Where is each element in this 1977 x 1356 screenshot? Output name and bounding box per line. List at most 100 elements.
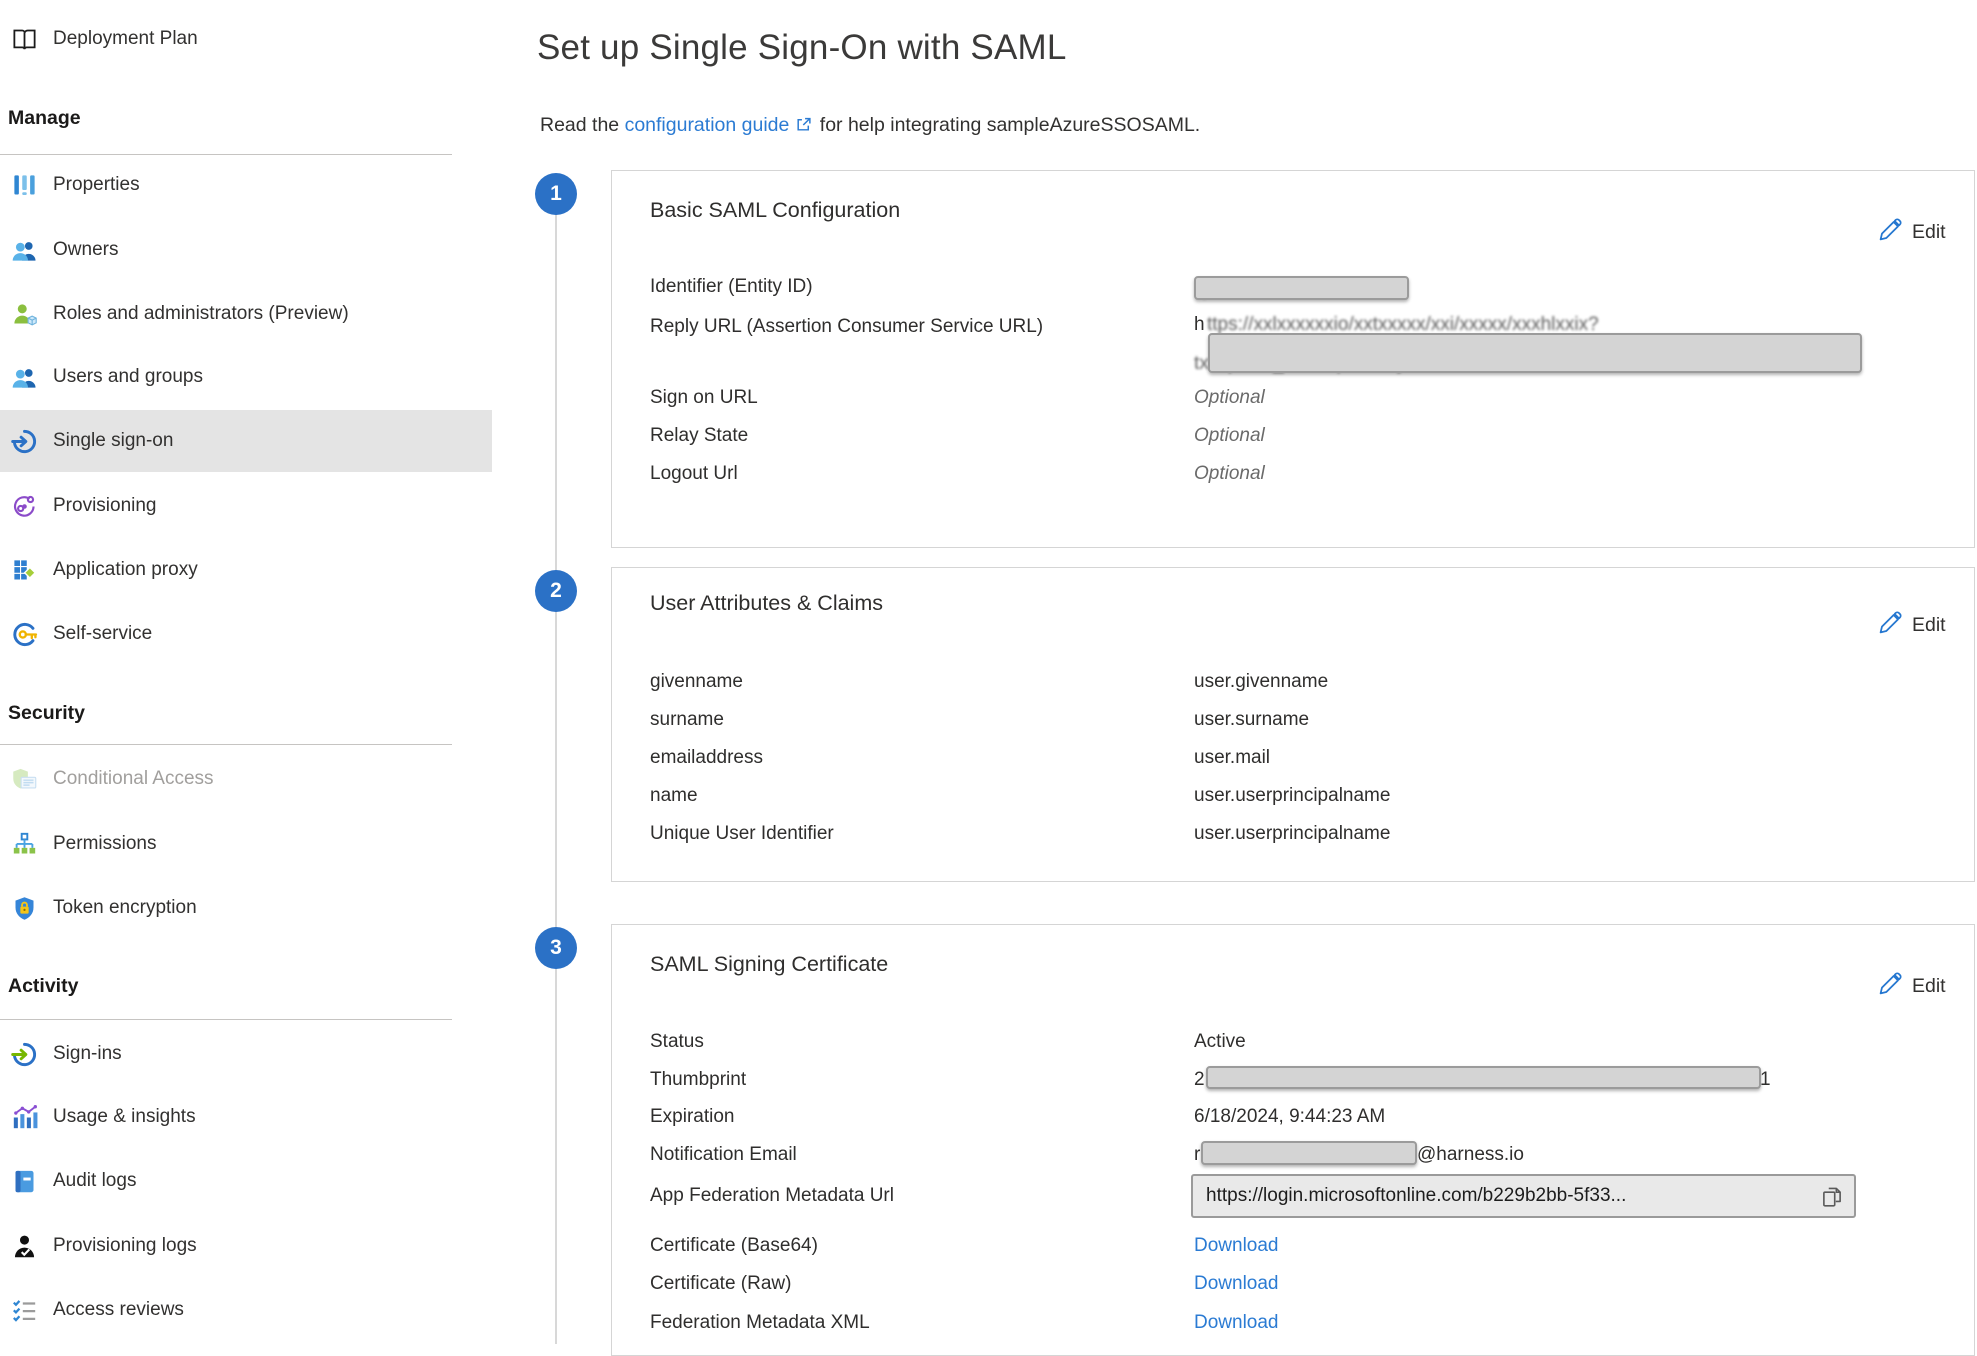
claim-value: user.surname: [1194, 708, 1309, 732]
sidebar-item-deployment-plan[interactable]: Deployment Plan: [0, 8, 492, 70]
step-2-badge: 2: [535, 570, 577, 612]
sidebar-item-label: Deployment Plan: [53, 28, 198, 50]
page-title: Set up Single Sign-On with SAML: [537, 28, 1067, 68]
expiration-value: 6/18/2024, 9:44:23 AM: [1194, 1105, 1385, 1129]
card-title: Basic SAML Configuration: [650, 198, 900, 223]
claim-value: user.userprincipalname: [1194, 784, 1390, 808]
claim-value: user.givenname: [1194, 670, 1328, 694]
edit-basic-saml-button[interactable]: Edit: [1878, 217, 1946, 247]
claim-value: user.mail: [1194, 746, 1270, 770]
pencil-icon: [1878, 217, 1903, 247]
status-label: Status: [650, 1030, 704, 1054]
thumbprint-visible-suffix: 1: [1760, 1068, 1771, 1092]
intro-text: Read the configuration guide for help in…: [540, 114, 1200, 137]
intro-suffix: for help integrating sampleAzureSSOSAML.: [814, 114, 1200, 136]
metadata-url-value: https://login.microsoftonline.com/b229b2…: [1206, 1185, 1813, 1207]
person-check-icon: [10, 1232, 38, 1260]
metadata-url-label: App Federation Metadata Url: [650, 1184, 894, 1208]
federation-metadata-xml-label: Federation Metadata XML: [650, 1311, 870, 1335]
sidebar-item-provisioning-logs[interactable]: Provisioning logs: [0, 1215, 492, 1277]
step-connector-line: [555, 194, 557, 1344]
sidebar-item-properties[interactable]: Properties: [0, 154, 492, 216]
notification-email-label: Notification Email: [650, 1143, 797, 1167]
sidebar-item-label: Conditional Access: [53, 768, 214, 790]
edit-certificate-button[interactable]: Edit: [1878, 971, 1946, 1001]
certificate-base64-label: Certificate (Base64): [650, 1234, 818, 1258]
sidebar-item-label: Access reviews: [53, 1299, 184, 1321]
thumbprint-redaction-bar: [1206, 1066, 1761, 1089]
self-service-key-icon: [10, 620, 38, 648]
notification-email-redaction-bar: [1201, 1141, 1417, 1165]
identifier-redaction-bar: [1194, 276, 1409, 300]
edit-button-label: Edit: [1912, 221, 1946, 244]
federation-metadata-xml-download-link[interactable]: Download: [1194, 1311, 1279, 1335]
sidebar-section-activity: Activity: [8, 971, 78, 1001]
notification-email-visible-suffix: @harness.io: [1417, 1143, 1524, 1167]
pencil-icon: [1878, 971, 1903, 1001]
sidebar-item-label: Users and groups: [53, 366, 203, 388]
reply-url-label: Reply URL (Assertion Consumer Service UR…: [650, 315, 1043, 339]
metadata-url-field[interactable]: https://login.microsoftonline.com/b229b2…: [1191, 1174, 1856, 1218]
divider: [0, 744, 452, 745]
thumbprint-label: Thumbprint: [650, 1068, 746, 1092]
sidebar-item-label: Usage & insights: [53, 1106, 196, 1128]
sidebar-item-owners[interactable]: Owners: [0, 219, 492, 281]
sidebar-item-label: Token encryption: [53, 897, 197, 919]
sidebar-item-permissions[interactable]: Permissions: [0, 813, 492, 875]
properties-icon: [10, 171, 38, 199]
sidebar-item-roles-administrators[interactable]: Roles and administrators (Preview): [0, 283, 492, 345]
shield-lock-icon: [10, 894, 38, 922]
certificate-base64-download-link[interactable]: Download: [1194, 1234, 1279, 1258]
logout-url-value: Optional: [1194, 462, 1265, 486]
sidebar-item-audit-logs[interactable]: Audit logs: [0, 1150, 492, 1212]
configuration-guide-link[interactable]: configuration guide: [625, 114, 790, 136]
relay-state-value: Optional: [1194, 424, 1265, 448]
sidebar-item-sign-ins[interactable]: Sign-ins: [0, 1023, 492, 1085]
sidebar: Deployment Plan Manage Properties Owners…: [0, 0, 492, 1344]
app-proxy-icon: [10, 556, 38, 584]
sidebar-item-provisioning[interactable]: Provisioning: [0, 475, 492, 537]
sidebar-item-usage-insights[interactable]: Usage & insights: [0, 1086, 492, 1148]
notification-email-visible-prefix: r: [1194, 1143, 1200, 1167]
saml-signing-certificate-card: [611, 924, 1975, 1356]
claim-label: Unique User Identifier: [650, 822, 834, 846]
checklist-icon: [10, 1296, 38, 1324]
sidebar-item-single-sign-on[interactable]: Single sign-on: [0, 410, 492, 472]
sign-on-url-label: Sign on URL: [650, 386, 758, 410]
sso-arrow-icon: [10, 427, 38, 455]
pencil-icon: [1878, 610, 1903, 640]
sidebar-item-self-service[interactable]: Self-service: [0, 603, 492, 665]
role-person-icon: [10, 300, 38, 328]
book-icon: [10, 25, 38, 53]
edit-claims-button[interactable]: Edit: [1878, 610, 1946, 640]
copy-icon[interactable]: [1819, 1183, 1845, 1209]
sidebar-item-label: Provisioning logs: [53, 1235, 197, 1257]
sidebar-item-label: Owners: [53, 239, 118, 261]
claim-label: surname: [650, 708, 724, 732]
status-value: Active: [1194, 1030, 1246, 1054]
card-title: SAML Signing Certificate: [650, 952, 888, 977]
sidebar-item-token-encryption[interactable]: Token encryption: [0, 877, 492, 939]
step-1-badge: 1: [535, 173, 577, 215]
intro-prefix: Read the: [540, 114, 625, 136]
sidebar-item-label: Properties: [53, 174, 140, 196]
sidebar-item-label: Sign-ins: [53, 1043, 122, 1065]
claim-value: user.userprincipalname: [1194, 822, 1390, 846]
edit-button-label: Edit: [1912, 614, 1946, 637]
sidebar-item-users-groups[interactable]: Users and groups: [0, 346, 492, 408]
audit-book-icon: [10, 1167, 38, 1195]
sidebar-item-application-proxy[interactable]: Application proxy: [0, 539, 492, 601]
sidebar-item-access-reviews[interactable]: Access reviews: [0, 1279, 492, 1341]
sidebar-item-label: Provisioning: [53, 495, 157, 517]
certificate-raw-download-link[interactable]: Download: [1194, 1272, 1279, 1296]
sidebar-item-label: Self-service: [53, 623, 152, 645]
shield-list-icon: [10, 765, 38, 793]
logout-url-label: Logout Url: [650, 462, 738, 486]
card-title: User Attributes & Claims: [650, 591, 883, 616]
relay-state-label: Relay State: [650, 424, 748, 448]
divider: [0, 1019, 452, 1020]
sidebar-section-manage: Manage: [8, 103, 81, 133]
external-link-icon: [795, 116, 812, 133]
reply-url-redaction-bar: [1208, 333, 1862, 373]
thumbprint-visible-prefix: 2: [1194, 1068, 1205, 1092]
